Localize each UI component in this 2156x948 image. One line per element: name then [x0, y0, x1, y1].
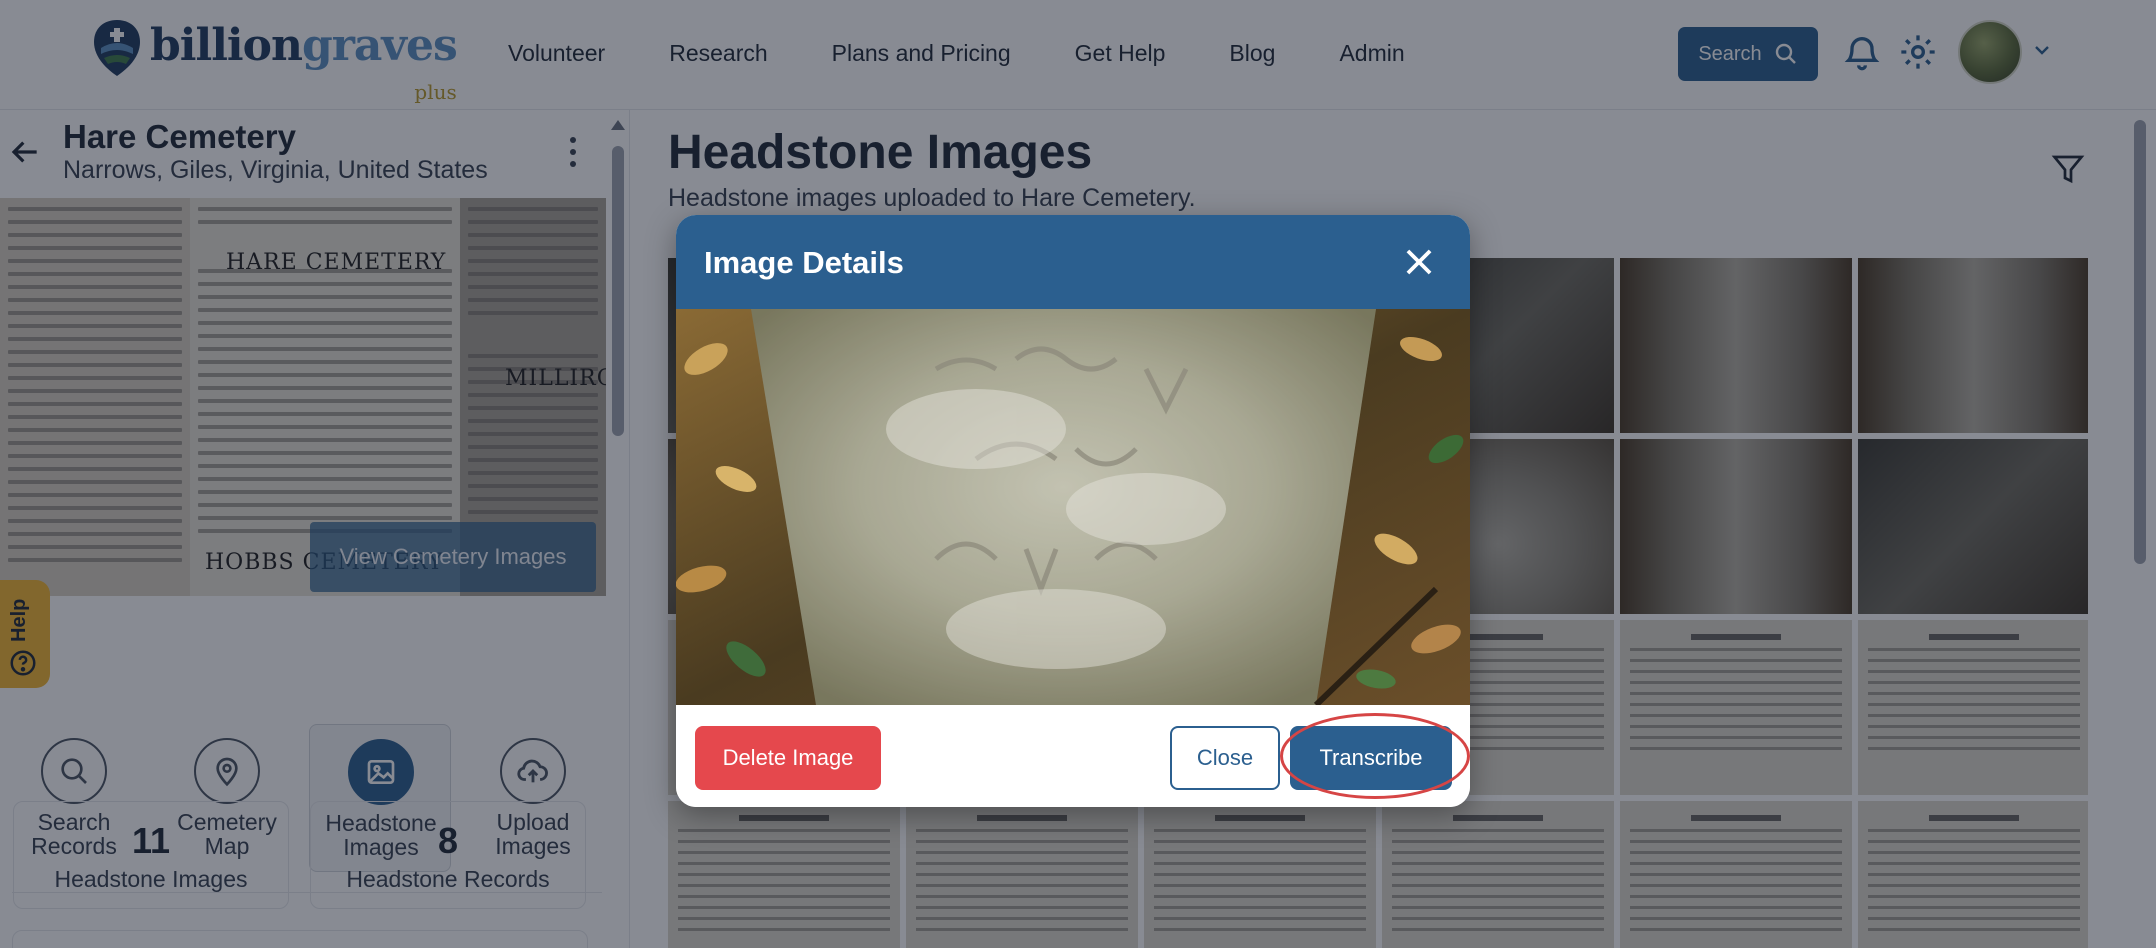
headstone-photo-graphic: [676, 309, 1470, 705]
modal-title: Image Details: [704, 245, 904, 280]
close-button[interactable]: Close: [1170, 726, 1280, 790]
delete-image-button[interactable]: Delete Image: [695, 726, 881, 790]
modal-header: Image Details: [676, 215, 1470, 309]
close-icon[interactable]: [1400, 243, 1438, 281]
transcribe-highlight-ring: [1280, 713, 1470, 799]
headstone-photo: [676, 309, 1470, 705]
